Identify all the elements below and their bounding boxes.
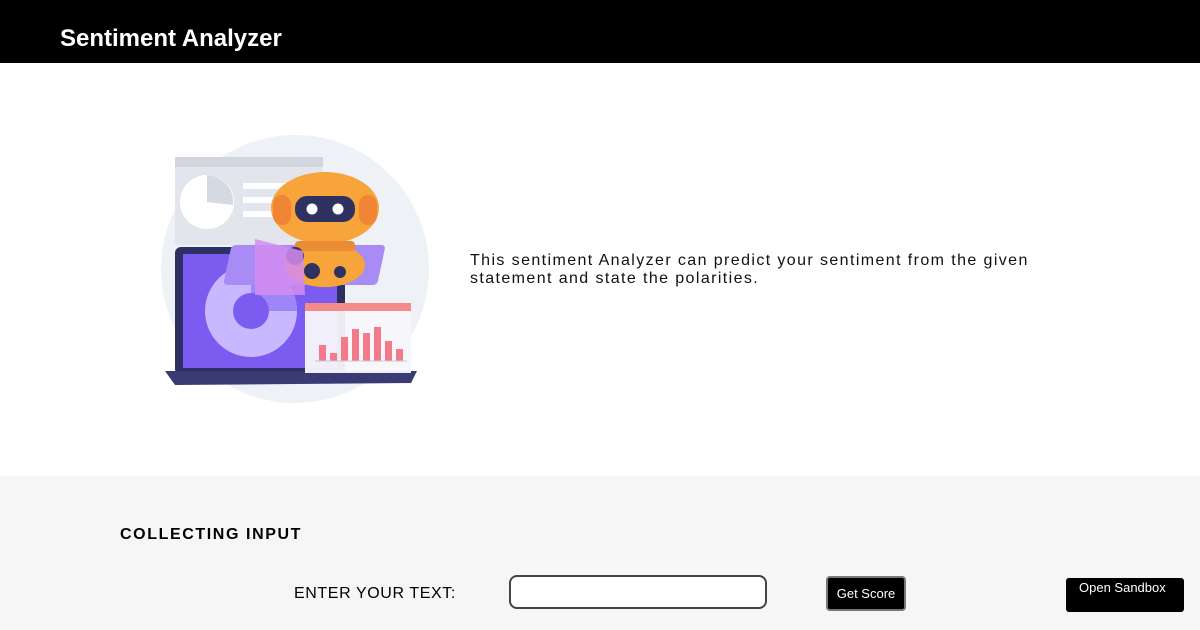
- top-navbar: Sentiment Analyzer: [0, 0, 1200, 63]
- text-input[interactable]: [509, 575, 767, 609]
- robot-analytics-illustration-icon: [161, 135, 429, 403]
- text-input-label: ENTER YOUR TEXT:: [294, 585, 456, 602]
- section-title: COLLECTING INPUT: [120, 526, 303, 543]
- app-title[interactable]: Sentiment Analyzer: [60, 24, 282, 54]
- hero-section: This sentiment Analyzer can predict your…: [0, 63, 1200, 476]
- open-sandbox-button[interactable]: Open Sandbox: [1066, 578, 1184, 612]
- app-description: This sentiment Analyzer can predict your…: [470, 252, 1029, 287]
- input-section: COLLECTING INPUT ENTER YOUR TEXT: Get Sc…: [0, 476, 1200, 630]
- get-score-button[interactable]: Get Score: [826, 576, 906, 611]
